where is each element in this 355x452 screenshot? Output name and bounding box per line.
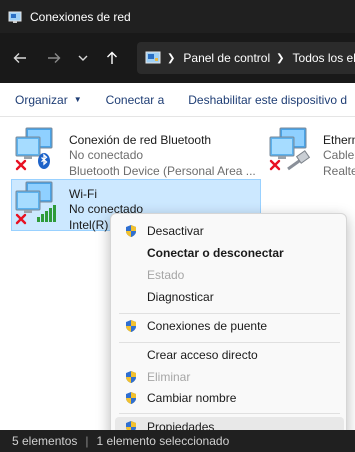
address-bar[interactable]: ❯ Panel de control ❯ Todos los ele — [137, 42, 355, 74]
connection-device: Intel(R) — [69, 218, 109, 232]
error-x-icon — [15, 159, 27, 171]
connection-device: Bluetooth Device (Personal Area ... — [69, 164, 256, 178]
control-panel-icon — [145, 50, 161, 66]
disable-device-button[interactable]: Deshabilitar este dispositivo d — [180, 93, 355, 107]
up-button[interactable] — [95, 41, 129, 75]
menu-item-label: Desactivar — [147, 224, 204, 238]
recent-locations-button[interactable] — [71, 41, 95, 75]
connection-name: Conexión de red Bluetooth — [69, 133, 212, 147]
status-separator: | — [85, 434, 89, 448]
breadcrumb-separator-icon: ❯ — [276, 52, 285, 64]
error-x-icon — [15, 213, 27, 225]
organize-label: Organizar — [15, 92, 68, 107]
menu-separator — [119, 313, 340, 314]
connection-device: Realte — [323, 164, 355, 178]
menu-item-rename[interactable]: Cambiar nombre — [115, 388, 344, 408]
organize-menu-button[interactable]: Organizar ▼ — [0, 93, 90, 107]
uac-shield-icon — [124, 224, 138, 238]
uac-shield-icon — [124, 319, 138, 333]
arrow-left-icon — [13, 53, 26, 63]
chevron-down-icon — [78, 55, 88, 61]
uac-shield-icon — [124, 391, 138, 405]
wifi-network-icon — [12, 179, 60, 227]
menu-item-bridge-connections[interactable]: Conexiones de puente — [115, 316, 344, 336]
caret-down-icon: ▼ — [73, 95, 82, 104]
connect-to-button[interactable]: Conectar a — [98, 93, 173, 107]
menu-separator — [119, 342, 340, 343]
ethernet-network-icon — [266, 125, 314, 173]
connection-status: No conectado — [69, 148, 144, 162]
menu-item-status[interactable]: Estado — [115, 265, 344, 285]
connection-name: Wi-Fi — [69, 187, 97, 201]
arrow-right-icon — [48, 53, 61, 63]
context-menu: Desactivar Conectar o desconectar Estado… — [110, 213, 347, 441]
back-button[interactable] — [3, 41, 37, 75]
status-bar: 5 elementos | 1 elemento seleccionado — [0, 430, 355, 452]
menu-item-label: Crear acceso directo — [147, 348, 258, 362]
arrow-up-icon — [107, 51, 117, 64]
menu-item-label: Eliminar — [147, 370, 191, 384]
title-bar: Conexiones de red — [0, 0, 355, 33]
forward-button[interactable] — [37, 41, 71, 75]
connection-name: Ethern — [323, 133, 355, 147]
navigation-bar: ❯ Panel de control ❯ Todos los ele — [0, 33, 355, 83]
connection-status: Cable — [323, 148, 355, 162]
menu-item-label: Diagnosticar — [147, 290, 214, 304]
menu-item-label: Cambiar nombre — [147, 391, 237, 405]
connection-item-bluetooth[interactable]: Conexión de red Bluetooth No conectado B… — [12, 125, 262, 178]
menu-item-delete[interactable]: Eliminar — [115, 367, 344, 387]
error-x-icon — [269, 159, 281, 171]
breadcrumb-all-items[interactable]: Todos los ele — [293, 51, 355, 65]
uac-shield-icon — [124, 370, 138, 384]
menu-item-diagnose[interactable]: Diagnosticar — [115, 287, 344, 307]
menu-item-create-shortcut[interactable]: Crear acceso directo — [115, 345, 344, 365]
bluetooth-network-icon — [12, 125, 60, 173]
selection-count: 1 elemento seleccionado — [96, 434, 230, 448]
menu-item-label: Conexiones de puente — [147, 319, 268, 333]
menu-item-connect-disconnect[interactable]: Conectar o desconectar — [115, 243, 344, 263]
command-bar: Organizar ▼ Conectar a Deshabilitar este… — [0, 83, 355, 117]
window-title: Conexiones de red — [30, 9, 131, 24]
menu-item-label: Estado — [147, 268, 185, 282]
breadcrumb-control-panel[interactable]: Panel de control — [183, 51, 270, 65]
connection-item-ethernet[interactable]: Ethern Cable Realte — [266, 125, 355, 178]
menu-item-label: Conectar o desconectar — [147, 246, 284, 260]
breadcrumb-separator-icon: ❯ — [167, 52, 176, 64]
network-connections-app-icon — [8, 10, 22, 24]
menu-separator — [119, 413, 340, 414]
item-count: 5 elementos — [12, 434, 78, 448]
menu-item-deactivate[interactable]: Desactivar — [115, 221, 344, 241]
